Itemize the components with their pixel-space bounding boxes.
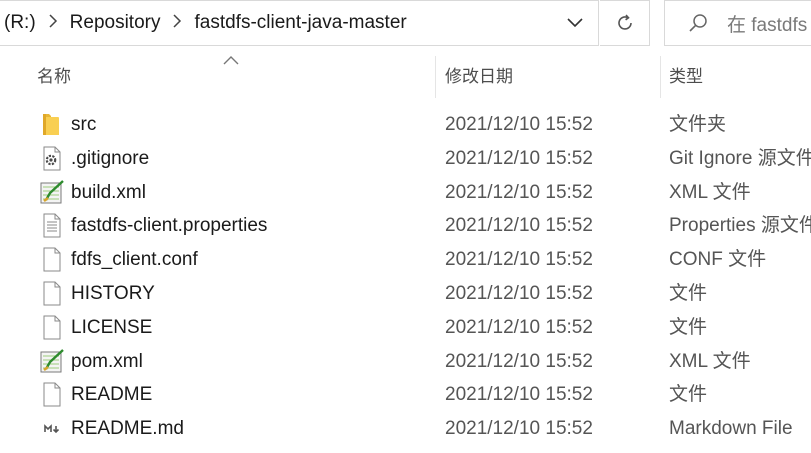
file-date: 2021/12/10 15:52 xyxy=(445,181,593,203)
file-row[interactable]: HISTORY 2021/12/10 15:52 文件 xyxy=(0,277,811,311)
file-row[interactable]: README 2021/12/10 15:52 文件 xyxy=(0,378,811,412)
address-bar-row: (R:) Repository fastdfs-client-java-mast… xyxy=(0,0,811,46)
xml-file-icon xyxy=(40,348,64,373)
file-row[interactable]: LICENSE 2021/12/10 15:52 文件 xyxy=(0,311,811,345)
column-header-type[interactable]: 类型 xyxy=(669,56,703,98)
search-icon xyxy=(689,14,707,32)
file-name: README xyxy=(71,384,153,406)
file-type: 文件夹 xyxy=(669,114,727,135)
search-input[interactable]: 在 fastdfs xyxy=(664,0,811,46)
file-date: 2021/12/10 15:52 xyxy=(445,147,593,169)
column-header-name[interactable]: 名称 xyxy=(37,56,71,98)
refresh-button[interactable] xyxy=(600,0,650,46)
address-bar[interactable]: (R:) Repository fastdfs-client-java-mast… xyxy=(0,0,599,46)
blank-file-icon xyxy=(43,281,61,306)
chevron-down-icon xyxy=(567,18,583,28)
file-type: Git Ignore 源文件 xyxy=(669,147,811,169)
gear-file-icon xyxy=(43,146,61,171)
file-type: Properties 源文件 xyxy=(669,215,811,237)
column-header: 名称 修改日期 类型 xyxy=(0,56,811,98)
file-date: 2021/12/10 15:52 xyxy=(445,114,593,135)
file-name: README.md xyxy=(71,418,184,440)
chevron-right-icon[interactable] xyxy=(166,13,188,33)
file-name: LICENSE xyxy=(71,316,153,338)
column-divider[interactable] xyxy=(660,56,661,98)
file-type: CONF 文件 xyxy=(669,249,767,271)
xml-file-icon xyxy=(40,179,64,204)
file-name: src xyxy=(71,114,97,135)
file-type: 文件 xyxy=(669,384,708,406)
file-type: Markdown File xyxy=(669,418,793,440)
search-placeholder: 在 fastdfs xyxy=(727,14,808,36)
file-type: 文件 xyxy=(669,316,708,338)
file-row[interactable]: src 2021/12/10 15:52 文件夹 xyxy=(0,108,811,142)
file-row[interactable]: pom.xml 2021/12/10 15:52 XML 文件 xyxy=(0,345,811,379)
file-date: 2021/12/10 15:52 xyxy=(445,384,593,406)
file-date: 2021/12/10 15:52 xyxy=(445,282,593,304)
file-row[interactable]: .gitignore 2021/12/10 15:52 Git Ignore 源… xyxy=(0,142,811,176)
blank-file-icon xyxy=(43,247,61,272)
file-date: 2021/12/10 15:52 xyxy=(445,316,593,338)
file-row[interactable]: fdfs_client.conf 2021/12/10 15:52 CONF 文… xyxy=(0,243,811,277)
file-row[interactable]: README.md 2021/12/10 15:52 Markdown File xyxy=(0,412,811,446)
blank-file-icon xyxy=(43,382,61,407)
refresh-icon xyxy=(617,14,632,30)
markdown-file-icon xyxy=(43,424,61,435)
file-list: src 2021/12/10 15:52 文件夹 .gitignore 2021… xyxy=(0,108,811,446)
file-name: fastdfs-client.properties xyxy=(71,215,268,237)
file-date: 2021/12/10 15:52 xyxy=(445,249,593,271)
file-name: HISTORY xyxy=(71,282,155,304)
text-file-icon xyxy=(43,213,61,238)
file-type: XML 文件 xyxy=(669,181,751,203)
blank-file-icon xyxy=(43,315,61,340)
breadcrumb-drive[interactable]: (R:) xyxy=(0,12,42,34)
file-date: 2021/12/10 15:52 xyxy=(445,418,593,440)
file-type: 文件 xyxy=(669,282,708,304)
file-row[interactable]: fastdfs-client.properties 2021/12/10 15:… xyxy=(0,209,811,243)
breadcrumb-current-folder[interactable]: fastdfs-client-java-master xyxy=(188,12,412,34)
file-date: 2021/12/10 15:52 xyxy=(445,350,593,372)
address-history-dropdown[interactable] xyxy=(552,1,598,45)
column-header-date[interactable]: 修改日期 xyxy=(445,56,513,98)
file-name: .gitignore xyxy=(71,147,150,169)
file-name: fdfs_client.conf xyxy=(71,249,198,271)
column-divider[interactable] xyxy=(435,56,436,98)
file-name: pom.xml xyxy=(71,350,143,372)
file-type: XML 文件 xyxy=(669,350,751,372)
file-name: build.xml xyxy=(71,181,146,203)
breadcrumb-repository[interactable]: Repository xyxy=(64,12,167,34)
file-date: 2021/12/10 15:52 xyxy=(445,215,593,237)
chevron-right-icon[interactable] xyxy=(42,13,64,33)
file-row[interactable]: build.xml 2021/12/10 15:52 XML 文件 xyxy=(0,176,811,210)
folder-icon xyxy=(43,114,59,135)
